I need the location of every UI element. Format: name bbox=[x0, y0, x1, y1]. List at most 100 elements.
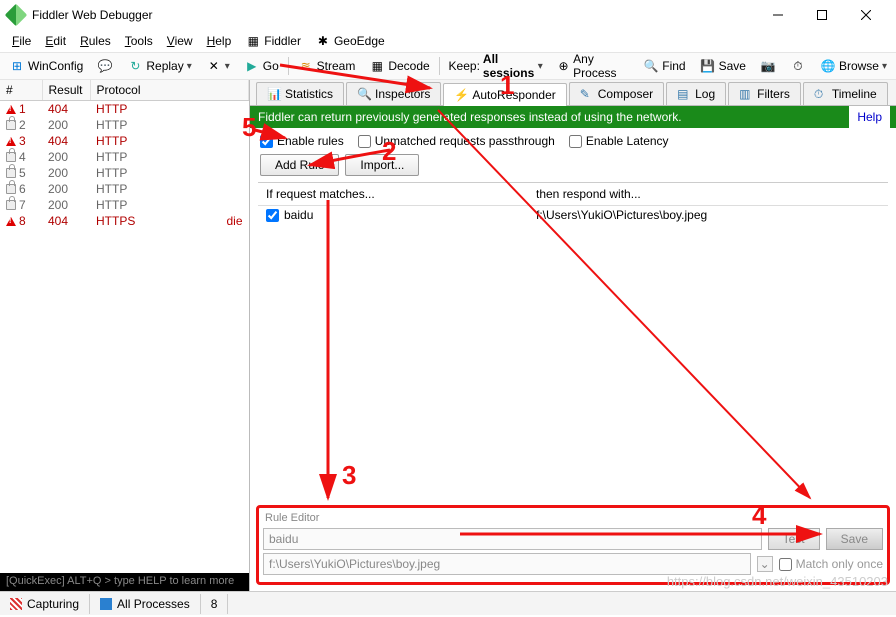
capturing-indicator[interactable]: Capturing bbox=[0, 594, 90, 614]
fiddler-icon: ▦ bbox=[245, 33, 261, 49]
passthrough-checkbox[interactable]: Unmatched requests passthrough bbox=[358, 134, 555, 148]
rules-col-respond: then respond with... bbox=[528, 183, 649, 205]
help-link[interactable]: Help bbox=[849, 106, 890, 128]
respond-input[interactable] bbox=[263, 553, 751, 575]
minimize-button[interactable] bbox=[756, 0, 800, 30]
stream-button[interactable]: ≋Stream bbox=[293, 56, 361, 76]
lock-icon bbox=[6, 152, 16, 162]
tab-inspectors[interactable]: 🔍Inspectors bbox=[346, 82, 441, 105]
browse-button[interactable]: 🌐Browse▾ bbox=[815, 56, 892, 76]
tab-statistics[interactable]: 📊Statistics bbox=[256, 82, 344, 105]
menu-rules[interactable]: Rules bbox=[74, 32, 117, 50]
autoresponder-banner: Fiddler can return previously generated … bbox=[250, 106, 896, 128]
menu-bar: File Edit Rules Tools View Help ▦Fiddler… bbox=[0, 30, 896, 52]
timer-button[interactable]: ⏱ bbox=[785, 56, 811, 76]
windows-icon: ⊞ bbox=[9, 58, 25, 74]
session-row[interactable]: 2200HTTP bbox=[0, 117, 249, 133]
col-id[interactable]: # bbox=[0, 80, 42, 101]
latency-checkbox[interactable]: Enable Latency bbox=[569, 134, 669, 148]
geoedge-icon: ✱ bbox=[315, 33, 331, 49]
go-button[interactable]: ▶Go bbox=[239, 56, 284, 76]
app-logo bbox=[5, 4, 28, 27]
session-row[interactable]: 5200HTTP bbox=[0, 165, 249, 181]
save-button[interactable]: 💾Save bbox=[695, 56, 751, 76]
quickexec-bar[interactable]: [QuickExec] ALT+Q > type HELP to learn m… bbox=[0, 573, 249, 591]
tab-autoresponder[interactable]: ⚡AutoResponder bbox=[443, 83, 566, 106]
import-button[interactable]: Import... bbox=[345, 154, 419, 176]
status-bar: Capturing All Processes 8 bbox=[0, 591, 896, 615]
remove-icon: ✕ bbox=[206, 58, 222, 74]
autoresponder-icon: ⚡ bbox=[454, 88, 468, 102]
rules-list[interactable]: If request matches... then respond with.… bbox=[258, 182, 888, 501]
test-button[interactable]: Test bbox=[768, 528, 820, 550]
menu-geoedge[interactable]: ✱GeoEdge bbox=[309, 31, 391, 51]
error-icon bbox=[6, 137, 16, 146]
statistics-icon: 📊 bbox=[267, 87, 281, 101]
col-protocol[interactable]: Protocol bbox=[90, 80, 249, 101]
find-icon: 🔍 bbox=[643, 58, 659, 74]
session-row[interactable]: 3404HTTP bbox=[0, 133, 249, 149]
respond-dropdown[interactable]: ⌄ bbox=[757, 556, 773, 572]
comment-icon: 💬 bbox=[97, 58, 113, 74]
col-result[interactable]: Result bbox=[42, 80, 90, 101]
toolbar: ⊞WinConfig 💬 ↻Replay▾ ✕▾ ▶Go ≋Stream ▦De… bbox=[0, 52, 896, 80]
editor-save-button[interactable]: Save bbox=[826, 528, 883, 550]
lock-icon bbox=[6, 168, 16, 178]
replay-icon: ↻ bbox=[127, 58, 143, 74]
editor-title: Rule Editor bbox=[263, 510, 883, 528]
rule-editor: Rule Editor Test Save ⌄ Match only once bbox=[256, 505, 890, 585]
tab-composer[interactable]: ✎Composer bbox=[569, 82, 664, 105]
process-filter[interactable]: All Processes bbox=[90, 594, 201, 614]
session-row[interactable]: 6200HTTP bbox=[0, 181, 249, 197]
menu-fiddler[interactable]: ▦Fiddler bbox=[239, 31, 307, 51]
tab-log[interactable]: ▤Log bbox=[666, 82, 726, 105]
match-input[interactable] bbox=[263, 528, 762, 550]
capturing-icon bbox=[10, 598, 22, 610]
process-icon bbox=[100, 598, 112, 610]
enable-rules-checkbox[interactable]: Enable rules bbox=[260, 134, 344, 148]
decode-button[interactable]: ▦Decode bbox=[364, 56, 434, 76]
target-icon: ⊕ bbox=[557, 58, 570, 74]
stream-icon: ≋ bbox=[298, 58, 314, 74]
sessions-grid[interactable]: # Result Protocol 1404HTTP 2200HTTP 3404… bbox=[0, 80, 249, 573]
rules-col-match: If request matches... bbox=[258, 183, 528, 205]
close-button[interactable] bbox=[844, 0, 888, 30]
menu-help[interactable]: Help bbox=[201, 32, 238, 50]
banner-text: Fiddler can return previously generated … bbox=[258, 110, 849, 124]
rule-row[interactable]: baiduf:\Users\YukiO\Pictures\boy.jpeg bbox=[258, 206, 888, 224]
winconfig-button[interactable]: ⊞WinConfig bbox=[4, 56, 88, 76]
session-row[interactable]: 8404HTTPSdie bbox=[0, 213, 249, 229]
lock-icon bbox=[6, 120, 16, 130]
any-process-button[interactable]: ⊕Any Process bbox=[552, 50, 634, 82]
right-tabs: 📊Statistics🔍Inspectors⚡AutoResponder✎Com… bbox=[250, 80, 896, 106]
match-once-checkbox[interactable]: Match only once bbox=[779, 557, 883, 571]
remove-button[interactable]: ✕▾ bbox=[201, 56, 235, 76]
session-row[interactable]: 7200HTTP bbox=[0, 197, 249, 213]
filters-icon: ▥ bbox=[739, 87, 753, 101]
tab-filters[interactable]: ▥Filters bbox=[728, 82, 801, 105]
browse-icon: 🌐 bbox=[820, 58, 836, 74]
window-title: Fiddler Web Debugger bbox=[32, 8, 756, 22]
menu-file[interactable]: File bbox=[6, 32, 37, 50]
menu-view[interactable]: View bbox=[161, 32, 199, 50]
error-icon bbox=[6, 217, 16, 226]
menu-tools[interactable]: Tools bbox=[119, 32, 159, 50]
inspectors-icon: 🔍 bbox=[357, 87, 371, 101]
lock-icon bbox=[6, 184, 16, 194]
comment-button[interactable]: 💬 bbox=[92, 56, 118, 76]
session-row[interactable]: 4200HTTP bbox=[0, 149, 249, 165]
session-row[interactable]: 1404HTTP bbox=[0, 101, 249, 118]
camera-button[interactable]: 📷 bbox=[755, 56, 781, 76]
lock-icon bbox=[6, 200, 16, 210]
timeline-icon: ⏱ bbox=[814, 87, 828, 101]
error-icon bbox=[6, 105, 16, 114]
keep-sessions[interactable]: Keep: All sessions ▾ bbox=[444, 50, 548, 82]
tab-timeline[interactable]: ⏱Timeline bbox=[803, 82, 888, 105]
rule-enabled-checkbox[interactable] bbox=[266, 209, 279, 222]
find-button[interactable]: 🔍Find bbox=[638, 56, 690, 76]
save-icon: 💾 bbox=[700, 58, 716, 74]
maximize-button[interactable] bbox=[800, 0, 844, 30]
menu-edit[interactable]: Edit bbox=[39, 32, 72, 50]
replay-button[interactable]: ↻Replay▾ bbox=[122, 56, 196, 76]
add-rule-button[interactable]: Add Rule bbox=[260, 154, 339, 176]
